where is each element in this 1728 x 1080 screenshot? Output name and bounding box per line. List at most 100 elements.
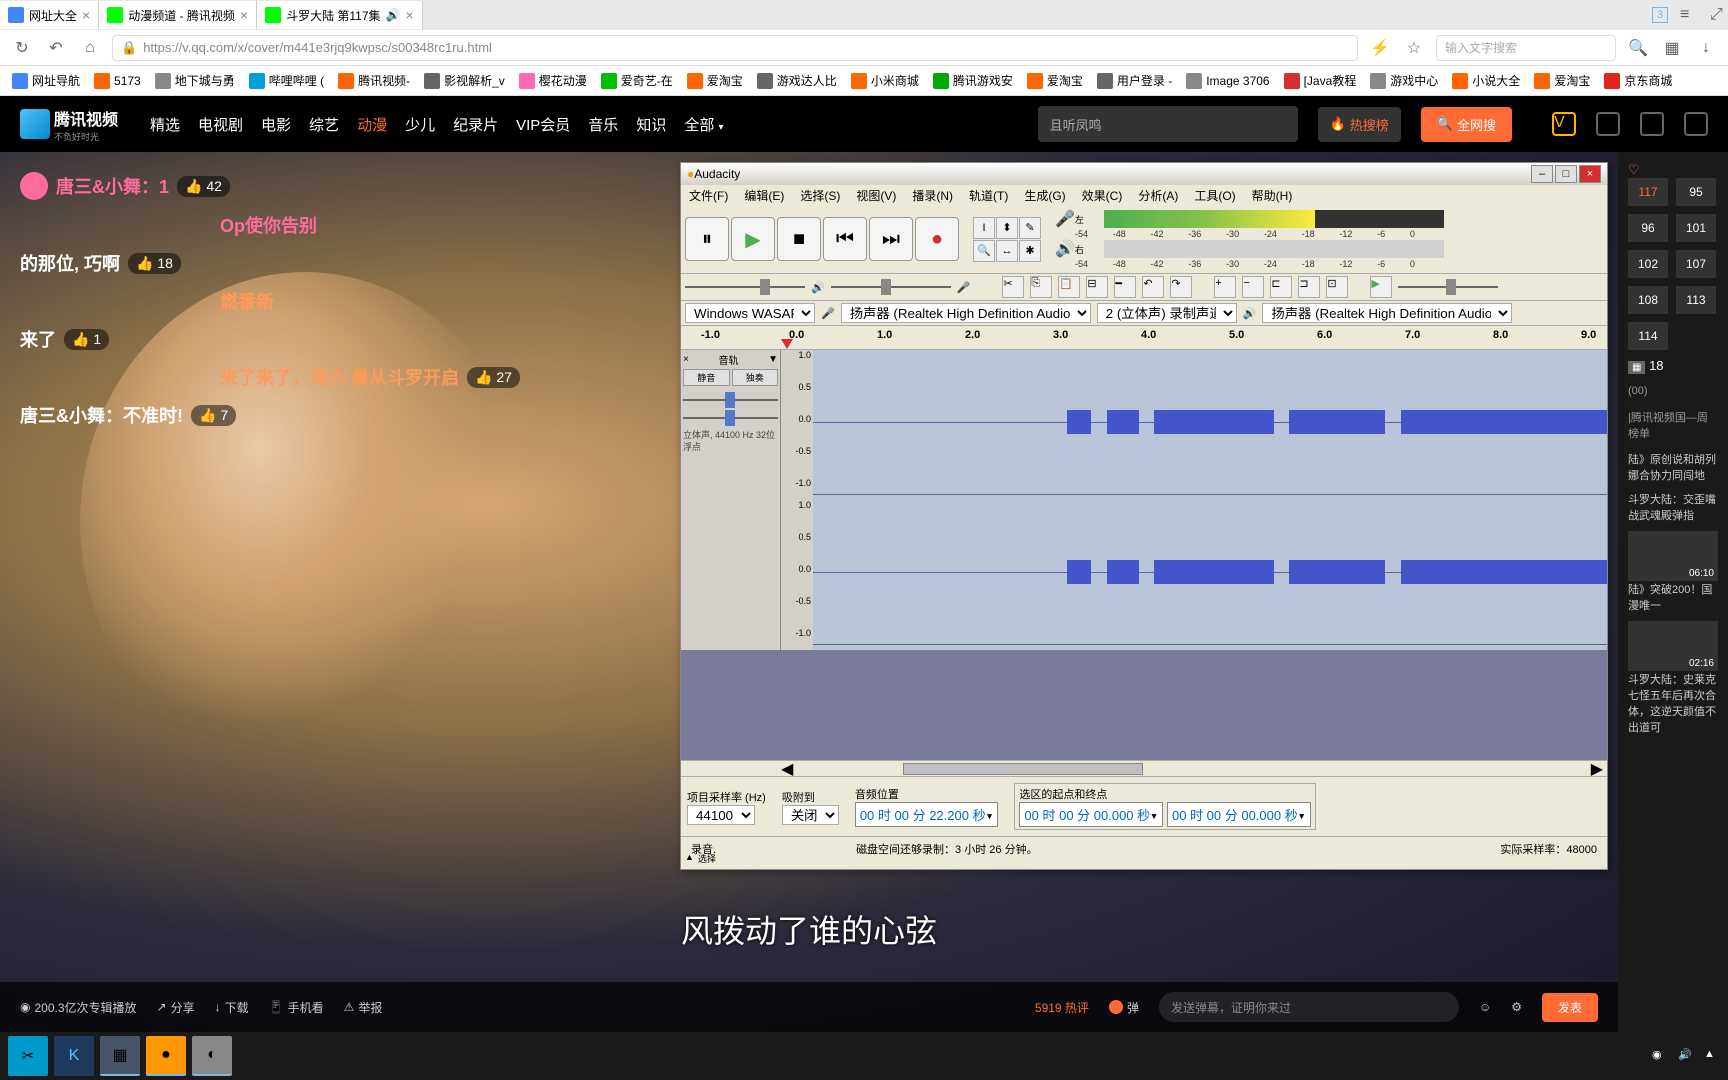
skip-start-button[interactable]: ⏮	[823, 217, 867, 261]
stop-button[interactable]: ■	[777, 217, 821, 261]
waveform-left[interactable]	[813, 350, 1607, 495]
paste-button[interactable]: 📋	[1058, 276, 1080, 298]
zoom-toggle-button[interactable]: ⊡	[1326, 276, 1348, 298]
episode-button[interactable]: 117	[1628, 178, 1668, 206]
episode-button[interactable]: 108	[1628, 286, 1668, 314]
episode-button[interactable]: 107	[1676, 250, 1716, 278]
danmu-input[interactable]: 发送弹幕，证明你来过	[1159, 992, 1459, 1022]
bookmark-item[interactable]: 小说大全	[1448, 70, 1524, 91]
skip-end-button[interactable]: ⏭	[869, 217, 913, 261]
redo-button[interactable]: ↷	[1170, 276, 1192, 298]
send-button[interactable]: 发表	[1542, 993, 1598, 1022]
nav-item[interactable]: 动漫	[357, 114, 387, 135]
bookmark-item[interactable]: 爱淘宝	[683, 70, 747, 91]
bookmark-item[interactable]: 网址导航	[8, 70, 84, 91]
settings-icon[interactable]: ⚙	[1511, 1000, 1522, 1014]
zoom-out-button[interactable]: −	[1242, 276, 1264, 298]
playback-slider[interactable]	[685, 279, 805, 295]
nav-item[interactable]: VIP会员	[516, 114, 570, 135]
app-icon[interactable]: ▦	[100, 1036, 140, 1076]
browser-search[interactable]: 输入文字搜索	[1436, 35, 1616, 61]
bookmark-item[interactable]: 用户登录 -	[1093, 70, 1176, 91]
track-menu[interactable]: ▼	[768, 354, 778, 365]
nav-item[interactable]: 综艺	[309, 114, 339, 135]
rec-item[interactable]: 斗罗大陆：交歪嘴战武魂殿弹指	[1628, 491, 1718, 523]
url-input[interactable]: 🔒https://v.qq.com/x/cover/m441e3rjq9kwps…	[112, 35, 1358, 61]
play-device-select[interactable]: 扬声器 (Realtek High Definition Audio)	[1262, 303, 1512, 323]
waveform-area[interactable]: 1.00.50.0-0.5-1.0 1.00.50.0-0.5-1.0	[781, 350, 1607, 650]
volume-icon[interactable]: 🔊	[1678, 1048, 1694, 1064]
star-icon[interactable]: ☆	[1402, 36, 1426, 60]
kugou-app-icon[interactable]: K	[54, 1036, 94, 1076]
bookmark-item[interactable]: 爱淘宝	[1530, 70, 1594, 91]
bookmark-item[interactable]: 游戏达人比	[753, 70, 841, 91]
nav-item[interactable]: 电视剧	[198, 114, 243, 135]
browser-app-icon[interactable]: ◐	[192, 1036, 232, 1076]
bookmark-item[interactable]: 5173	[90, 71, 145, 91]
mobile-button[interactable]: 📱 手机看	[269, 999, 324, 1016]
menu-item[interactable]: 分析(A)	[1130, 185, 1186, 205]
download-icon[interactable]: ↓	[1694, 36, 1718, 60]
home-icon[interactable]: ⌂	[78, 36, 102, 60]
multi-tool[interactable]: ✱	[1019, 240, 1041, 262]
bookmark-item[interactable]: [Java教程	[1280, 70, 1361, 91]
rec-item[interactable]: 02:16斗罗大陆：史莱克七怪五年后再次合体，这逆天颜值不出道可	[1628, 621, 1718, 735]
zoom-tool[interactable]: 🔍	[973, 240, 995, 262]
scissors-app-icon[interactable]: ✂	[8, 1036, 48, 1076]
episode-button[interactable]: 96	[1628, 214, 1668, 242]
bookmark-item[interactable]: 腾讯视频-	[334, 70, 414, 91]
record-meter[interactable]	[1104, 210, 1444, 228]
bookmark-item[interactable]: 地下城与勇	[151, 70, 239, 91]
maximize-button[interactable]: □	[1555, 165, 1577, 183]
zoom-in-button[interactable]: +	[1214, 276, 1236, 298]
nav-item[interactable]: 音乐	[588, 114, 618, 135]
rate-select[interactable]: 44100	[687, 805, 755, 825]
share-button[interactable]: ↗ 分享	[157, 999, 195, 1016]
record-slider[interactable]	[831, 279, 951, 295]
like-icon[interactable]: ♡	[1628, 162, 1640, 177]
expand-icon[interactable]: ⤢	[1710, 6, 1728, 24]
draw-tool[interactable]: ✎	[1019, 217, 1041, 239]
nav-item[interactable]: 全部 ▾	[684, 114, 723, 135]
fit-sel-button[interactable]: ⊏	[1270, 276, 1292, 298]
selection-tool[interactable]: I	[973, 217, 995, 239]
report-button[interactable]: ⚠ 举报	[344, 999, 383, 1016]
extension-icon[interactable]: ▦	[1660, 36, 1684, 60]
rec-device-select[interactable]: 扬声器 (Realtek High Definition Audio) (l	[841, 303, 1091, 323]
speaker-icon[interactable]: 🔊	[1055, 239, 1075, 259]
play-meter[interactable]	[1104, 240, 1444, 258]
close-button[interactable]: ×	[1579, 165, 1601, 183]
nav-item[interactable]: 少儿	[405, 114, 435, 135]
envelope-tool[interactable]: ⬍	[996, 217, 1018, 239]
tab-2[interactable]: 斗罗大陆 第117集🔊×	[257, 1, 423, 29]
solo-button[interactable]: 独奏	[732, 369, 779, 386]
minimize-button[interactable]: –	[1531, 165, 1553, 183]
close-icon[interactable]: ×	[240, 7, 248, 23]
pan-slider[interactable]	[683, 410, 778, 422]
episode-button[interactable]: 114	[1628, 322, 1668, 350]
silence-button[interactable]: ━	[1114, 276, 1136, 298]
episode-button[interactable]: 95	[1676, 178, 1716, 206]
download-button[interactable]: ↓ 下载	[215, 999, 249, 1016]
snap-select[interactable]: 关闭	[782, 805, 839, 825]
mic-icon[interactable]: 🎤	[1055, 209, 1075, 229]
menu-item[interactable]: 播录(N)	[904, 185, 961, 205]
bookmark-item[interactable]: 京东商城	[1600, 70, 1676, 91]
search-icon[interactable]: 🔍	[1626, 36, 1650, 60]
speed-slider[interactable]	[1398, 279, 1498, 295]
bookmark-item[interactable]: 爱奇艺-在	[597, 70, 677, 91]
badge[interactable]: 3	[1652, 7, 1668, 23]
flash-icon[interactable]: ⚡	[1368, 36, 1392, 60]
undo-button[interactable]: ↶	[1142, 276, 1164, 298]
rec-item[interactable]: 06:10陆》突破200！国漫唯一	[1628, 531, 1718, 613]
record-button[interactable]: ●	[915, 217, 959, 261]
copy-button[interactable]: ⎘	[1030, 276, 1052, 298]
fit-proj-button[interactable]: ⊐	[1298, 276, 1320, 298]
trim-button[interactable]: ⊟	[1086, 276, 1108, 298]
scroll-thumb[interactable]	[903, 763, 1143, 775]
menu-item[interactable]: 编辑(E)	[736, 185, 792, 205]
close-icon[interactable]: ×	[82, 7, 90, 23]
menu-item[interactable]: 生成(G)	[1016, 185, 1073, 205]
hot-button[interactable]: 🔥热搜榜	[1318, 107, 1401, 142]
history-icon[interactable]: ⏱	[1596, 112, 1620, 136]
